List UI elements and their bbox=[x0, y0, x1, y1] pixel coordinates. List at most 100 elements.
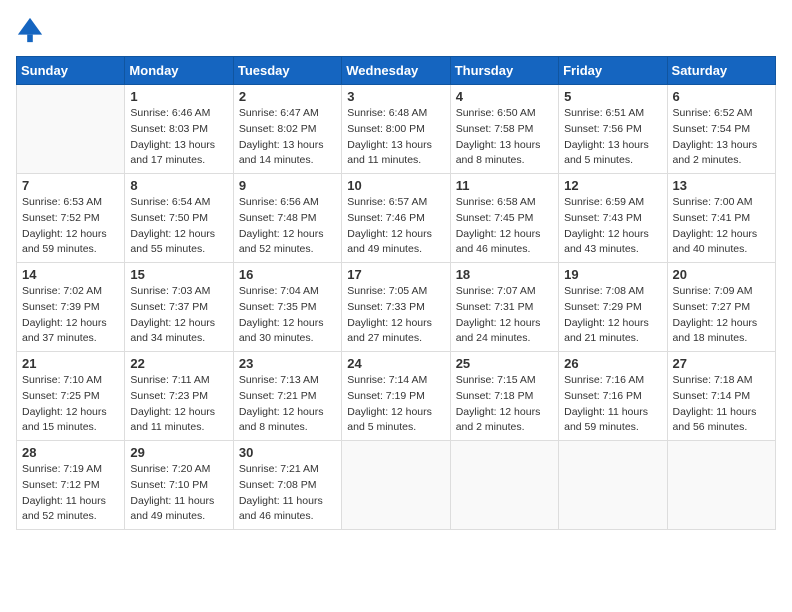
logo-icon bbox=[16, 16, 44, 44]
page-header bbox=[16, 16, 776, 44]
calendar-cell: 20 Sunrise: 7:09 AMSunset: 7:27 PMDayligh… bbox=[667, 263, 775, 352]
calendar-cell bbox=[450, 441, 558, 530]
calendar-week-row: 7Sunrise: 6:53 AMSunset: 7:52 PMDaylight… bbox=[17, 174, 776, 263]
calendar-cell bbox=[667, 441, 775, 530]
day-info: Sunrise: 6:56 AMSunset: 7:48 PMDaylight:… bbox=[239, 195, 336, 258]
day-number: 25 bbox=[456, 356, 553, 371]
calendar-cell: 9Sunrise: 6:56 AMSunset: 7:48 PMDaylight… bbox=[233, 174, 341, 263]
day-number: 24 bbox=[347, 356, 444, 371]
day-info: Sunrise: 6:47 AMSunset: 8:02 PMDaylight:… bbox=[239, 106, 336, 169]
calendar-cell: 7Sunrise: 6:53 AMSunset: 7:52 PMDaylight… bbox=[17, 174, 125, 263]
day-info: Sunrise: 7:09 AMSunset: 7:27 PMDaylight:… bbox=[673, 284, 770, 347]
calendar-cell: 2 Sunrise: 6:47 AMSunset: 8:02 PMDaylight… bbox=[233, 85, 341, 174]
calendar-cell: 11 Sunrise: 6:58 AMSunset: 7:45 PMDayligh… bbox=[450, 174, 558, 263]
day-info: Sunrise: 6:51 AMSunset: 7:56 PMDaylight:… bbox=[564, 106, 661, 169]
calendar-cell: 30 Sunrise: 7:21 AMSunset: 7:08 PMDayligh… bbox=[233, 441, 341, 530]
day-info: Sunrise: 6:52 AMSunset: 7:54 PMDaylight:… bbox=[673, 106, 770, 169]
day-number: 27 bbox=[673, 356, 770, 371]
day-number: 11 bbox=[456, 178, 553, 193]
day-number: 26 bbox=[564, 356, 661, 371]
day-info: Sunrise: 7:07 AMSunset: 7:31 PMDaylight:… bbox=[456, 284, 553, 347]
day-number: 4 bbox=[456, 89, 553, 104]
day-info: Sunrise: 7:14 AMSunset: 7:19 PMDaylight:… bbox=[347, 373, 444, 436]
day-info: Sunrise: 7:18 AMSunset: 7:14 PMDaylight:… bbox=[673, 373, 770, 436]
day-number: 10 bbox=[347, 178, 444, 193]
day-number: 28 bbox=[22, 445, 119, 460]
day-number: 29 bbox=[130, 445, 227, 460]
day-info: Sunrise: 7:00 AMSunset: 7:41 PMDaylight:… bbox=[673, 195, 770, 258]
calendar-header-row: SundayMondayTuesdayWednesdayThursdayFrid… bbox=[17, 57, 776, 85]
day-number: 30 bbox=[239, 445, 336, 460]
day-info: Sunrise: 7:13 AMSunset: 7:21 PMDaylight:… bbox=[239, 373, 336, 436]
calendar-week-row: 1 Sunrise: 6:46 AMSunset: 8:03 PMDaylight… bbox=[17, 85, 776, 174]
day-info: Sunrise: 6:57 AMSunset: 7:46 PMDaylight:… bbox=[347, 195, 444, 258]
day-info: Sunrise: 7:10 AMSunset: 7:25 PMDaylight:… bbox=[22, 373, 119, 436]
day-number: 12 bbox=[564, 178, 661, 193]
calendar-week-row: 14 Sunrise: 7:02 AMSunset: 7:39 PMDayligh… bbox=[17, 263, 776, 352]
day-number: 5 bbox=[564, 89, 661, 104]
day-info: Sunrise: 6:50 AMSunset: 7:58 PMDaylight:… bbox=[456, 106, 553, 169]
day-info: Sunrise: 7:02 AMSunset: 7:39 PMDaylight:… bbox=[22, 284, 119, 347]
calendar-cell: 3 Sunrise: 6:48 AMSunset: 8:00 PMDaylight… bbox=[342, 85, 450, 174]
day-number: 21 bbox=[22, 356, 119, 371]
calendar-cell: 22 Sunrise: 7:11 AMSunset: 7:23 PMDayligh… bbox=[125, 352, 233, 441]
day-of-week-header: Monday bbox=[125, 57, 233, 85]
calendar-cell: 15 Sunrise: 7:03 AMSunset: 7:37 PMDayligh… bbox=[125, 263, 233, 352]
day-info: Sunrise: 6:54 AMSunset: 7:50 PMDaylight:… bbox=[130, 195, 227, 258]
day-info: Sunrise: 7:03 AMSunset: 7:37 PMDaylight:… bbox=[130, 284, 227, 347]
calendar-cell: 6Sunrise: 6:52 AMSunset: 7:54 PMDaylight… bbox=[667, 85, 775, 174]
calendar-cell: 14 Sunrise: 7:02 AMSunset: 7:39 PMDayligh… bbox=[17, 263, 125, 352]
day-info: Sunrise: 6:58 AMSunset: 7:45 PMDaylight:… bbox=[456, 195, 553, 258]
calendar-cell bbox=[342, 441, 450, 530]
day-of-week-header: Wednesday bbox=[342, 57, 450, 85]
day-number: 3 bbox=[347, 89, 444, 104]
calendar-cell: 17Sunrise: 7:05 AMSunset: 7:33 PMDayligh… bbox=[342, 263, 450, 352]
day-info: Sunrise: 7:11 AMSunset: 7:23 PMDaylight:… bbox=[130, 373, 227, 436]
calendar-week-row: 21 Sunrise: 7:10 AMSunset: 7:25 PMDayligh… bbox=[17, 352, 776, 441]
calendar-cell: 21 Sunrise: 7:10 AMSunset: 7:25 PMDayligh… bbox=[17, 352, 125, 441]
day-info: Sunrise: 6:46 AMSunset: 8:03 PMDaylight:… bbox=[130, 106, 227, 169]
day-number: 14 bbox=[22, 267, 119, 282]
day-number: 18 bbox=[456, 267, 553, 282]
day-info: Sunrise: 6:53 AMSunset: 7:52 PMDaylight:… bbox=[22, 195, 119, 258]
calendar-cell bbox=[17, 85, 125, 174]
calendar-cell: 4 Sunrise: 6:50 AMSunset: 7:58 PMDaylight… bbox=[450, 85, 558, 174]
calendar-cell: 18 Sunrise: 7:07 AMSunset: 7:31 PMDayligh… bbox=[450, 263, 558, 352]
day-number: 1 bbox=[130, 89, 227, 104]
day-number: 8 bbox=[130, 178, 227, 193]
calendar-cell: 24 Sunrise: 7:14 AMSunset: 7:19 PMDayligh… bbox=[342, 352, 450, 441]
calendar-cell: 5 Sunrise: 6:51 AMSunset: 7:56 PMDaylight… bbox=[559, 85, 667, 174]
day-info: Sunrise: 7:15 AMSunset: 7:18 PMDaylight:… bbox=[456, 373, 553, 436]
day-info: Sunrise: 6:48 AMSunset: 8:00 PMDaylight:… bbox=[347, 106, 444, 169]
calendar-cell: 1 Sunrise: 6:46 AMSunset: 8:03 PMDaylight… bbox=[125, 85, 233, 174]
day-number: 19 bbox=[564, 267, 661, 282]
calendar-table: SundayMondayTuesdayWednesdayThursdayFrid… bbox=[16, 56, 776, 530]
calendar-cell: 25 Sunrise: 7:15 AMSunset: 7:18 PMDayligh… bbox=[450, 352, 558, 441]
day-number: 15 bbox=[130, 267, 227, 282]
calendar-cell: 23 Sunrise: 7:13 AMSunset: 7:21 PMDayligh… bbox=[233, 352, 341, 441]
day-info: Sunrise: 7:21 AMSunset: 7:08 PMDaylight:… bbox=[239, 462, 336, 525]
day-info: Sunrise: 6:59 AMSunset: 7:43 PMDaylight:… bbox=[564, 195, 661, 258]
calendar-week-row: 28 Sunrise: 7:19 AMSunset: 7:12 PMDayligh… bbox=[17, 441, 776, 530]
calendar-cell bbox=[559, 441, 667, 530]
calendar-cell: 16Sunrise: 7:04 AMSunset: 7:35 PMDayligh… bbox=[233, 263, 341, 352]
day-number: 2 bbox=[239, 89, 336, 104]
day-info: Sunrise: 7:08 AMSunset: 7:29 PMDaylight:… bbox=[564, 284, 661, 347]
logo bbox=[16, 16, 48, 44]
day-of-week-header: Sunday bbox=[17, 57, 125, 85]
day-number: 20 bbox=[673, 267, 770, 282]
calendar-cell: 8 Sunrise: 6:54 AMSunset: 7:50 PMDaylight… bbox=[125, 174, 233, 263]
day-number: 13 bbox=[673, 178, 770, 193]
day-info: Sunrise: 7:19 AMSunset: 7:12 PMDaylight:… bbox=[22, 462, 119, 525]
day-number: 22 bbox=[130, 356, 227, 371]
day-of-week-header: Friday bbox=[559, 57, 667, 85]
calendar-cell: 26Sunrise: 7:16 AMSunset: 7:16 PMDayligh… bbox=[559, 352, 667, 441]
day-number: 23 bbox=[239, 356, 336, 371]
calendar-cell: 28 Sunrise: 7:19 AMSunset: 7:12 PMDayligh… bbox=[17, 441, 125, 530]
calendar-cell: 12 Sunrise: 6:59 AMSunset: 7:43 PMDayligh… bbox=[559, 174, 667, 263]
day-of-week-header: Tuesday bbox=[233, 57, 341, 85]
calendar-cell: 27 Sunrise: 7:18 AMSunset: 7:14 PMDayligh… bbox=[667, 352, 775, 441]
day-of-week-header: Saturday bbox=[667, 57, 775, 85]
calendar-cell: 19 Sunrise: 7:08 AMSunset: 7:29 PMDayligh… bbox=[559, 263, 667, 352]
day-info: Sunrise: 7:05 AMSunset: 7:33 PMDaylight:… bbox=[347, 284, 444, 347]
